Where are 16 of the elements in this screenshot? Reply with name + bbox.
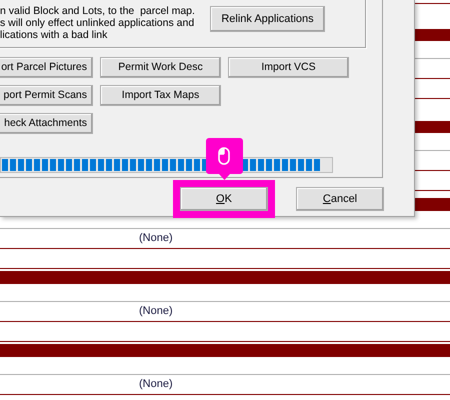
import-button[interactable]: port Permit Scans [0, 85, 93, 106]
description-text: s will only effect unlinked applications and [0, 17, 195, 29]
cell-value: (None) [139, 304, 173, 320]
dialog-button[interactable]: Cancel [296, 187, 384, 211]
import-button[interactable]: heck Attachments [0, 113, 93, 134]
description-text: lications with a bad link [0, 29, 108, 41]
import-button[interactable]: ort Parcel Pictures [0, 57, 93, 78]
mouse-icon [218, 147, 230, 165]
dialog-button[interactable]: OK [180, 187, 268, 211]
relink-applications-button[interactable]: Relink Applications [210, 6, 325, 32]
import-button[interactable]: Import Tax Maps [100, 85, 221, 106]
import-button[interactable]: Permit Work Desc [100, 57, 221, 78]
cell-value: (None) [139, 377, 173, 392]
import-button[interactable]: Import VCS [228, 57, 349, 78]
cell-value: (None) [139, 231, 173, 246]
description-text: n valid Block and Lots, to the parcel map. [0, 5, 195, 17]
